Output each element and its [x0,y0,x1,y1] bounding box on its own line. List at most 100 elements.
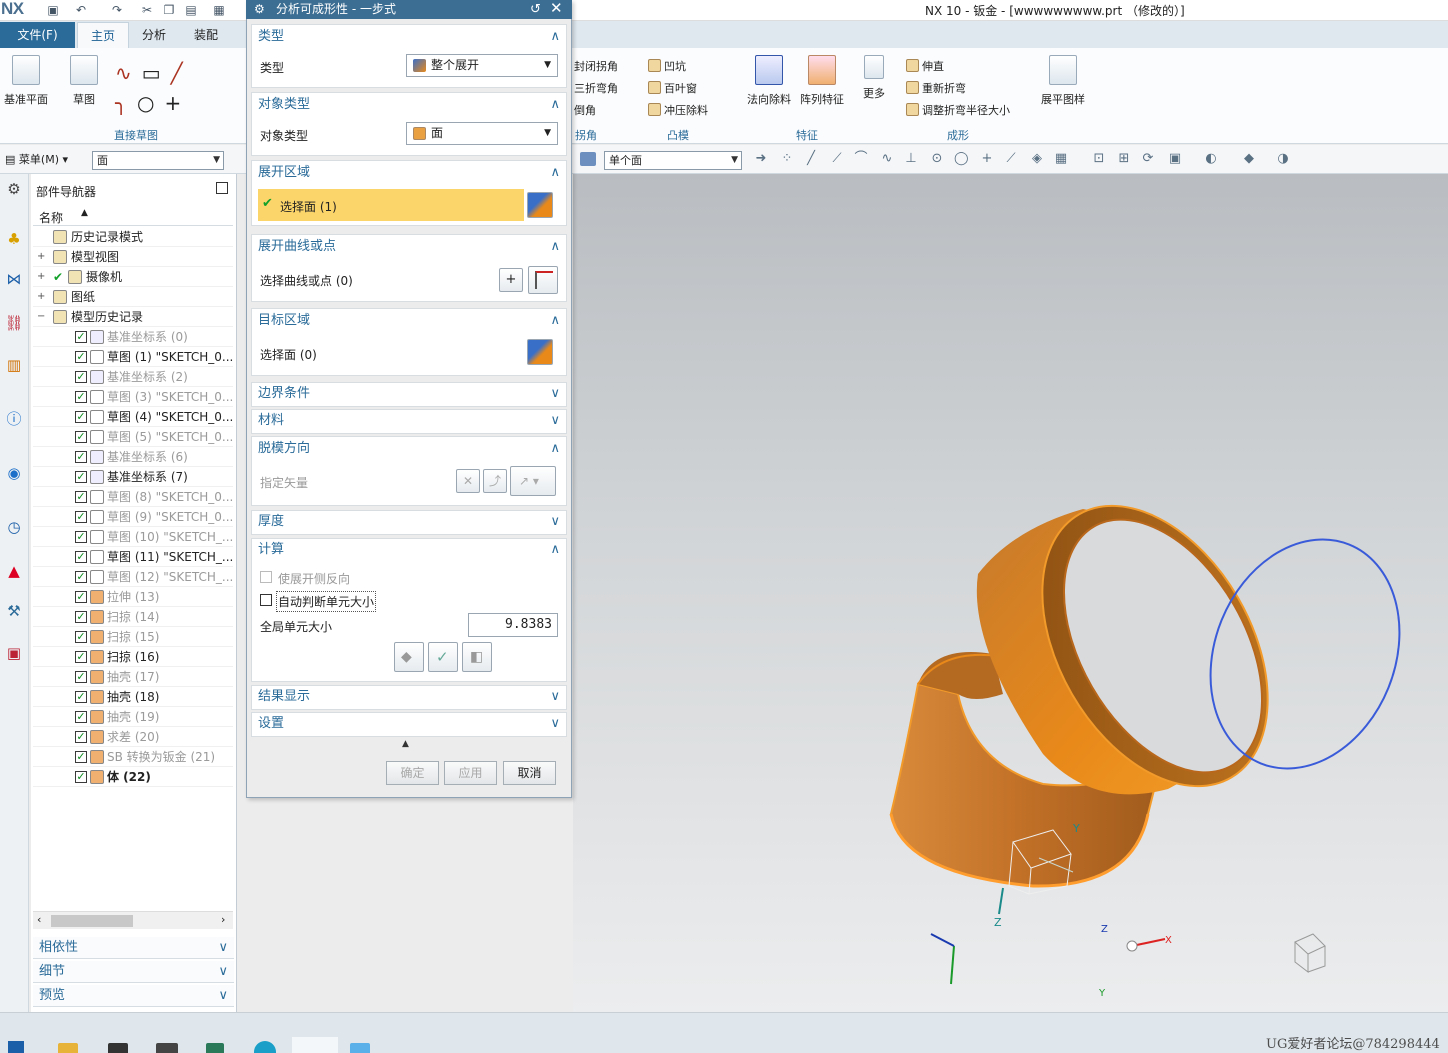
redo-icon[interactable]: ↷ [110,3,124,17]
three-bend-corner-button[interactable]: 三折弯角 [574,80,618,96]
visibility-checkbox[interactable]: ✓ [75,711,87,723]
scroll-left-icon[interactable]: ‹ [37,913,41,926]
vector-type-button[interactable]: ↗ ▾ [510,466,556,496]
visibility-checkbox[interactable]: ✓ [75,411,87,423]
line-icon[interactable]: ╱ [171,61,193,85]
snap-center-icon[interactable]: ⊙ [930,152,944,166]
snap-arrow-icon[interactable]: ➜ [754,152,768,166]
visibility-checkbox[interactable]: ✓ [75,371,87,383]
horizontal-scrollbar[interactable]: ‹ › [33,911,233,929]
tree-row[interactable]: 历史记录模式 [33,227,233,247]
snap-endpoint-icon[interactable]: ⁘ [780,152,794,166]
part-navigator-icon[interactable]: ♣ [3,228,25,250]
visibility-checkbox[interactable]: ✓ [75,431,87,443]
unfold-region-section-header[interactable]: 展开区域 ∧ [251,161,567,185]
display-icon[interactable]: ◆ [1242,152,1256,166]
tree-row[interactable]: + 图纸 [33,287,233,307]
check-mesh-button[interactable]: ✓ [428,642,458,672]
reset-icon[interactable]: ↺ [530,0,541,19]
reuse-library-icon[interactable]: ▥ [3,354,25,376]
tree-row[interactable]: ✓ 草图 (5) "SKETCH_0... [33,427,233,447]
unfold-curve-section-header[interactable]: 展开曲线或点 ∧ [251,235,567,259]
snap-point-icon[interactable]: + [980,152,994,166]
tree-row[interactable]: ✓ 草图 (10) "SKETCH_... [33,527,233,547]
point-icon[interactable]: + [165,91,192,115]
visibility-checkbox[interactable]: ✓ [75,391,87,403]
gear-icon[interactable]: ⚙ [3,178,25,200]
app-icon[interactable] [156,1043,178,1053]
maximize-icon[interactable] [216,182,228,194]
tab-assembly[interactable]: 装配 [181,22,231,48]
material-section-header[interactable]: 材料 ∨ [251,409,567,433]
visibility-checkbox[interactable]: ✓ [75,671,87,683]
type-select[interactable]: 整个展开 ▼ [406,54,558,77]
dependencies-panel[interactable]: 相依性 ∨ [33,937,234,959]
ok-button[interactable]: 确定 [386,761,439,785]
rebend-button[interactable]: 重新折弯 [906,80,966,96]
select-target-face-button[interactable] [527,339,553,365]
graphics-window[interactable]: Z Y X Y Z [573,174,1448,1012]
cut-icon[interactable]: ✂ [140,3,154,17]
tree-row[interactable]: ✓ 扫掠 (14) [33,607,233,627]
tree-row[interactable]: ✓ 草图 (11) "SKETCH_... [33,547,233,567]
vector-dialog-button[interactable]: ⤴ [483,469,507,493]
snap-quadrant-icon[interactable]: ◯ [954,152,969,166]
tree-row[interactable]: ✓ 草图 (1) "SKETCH_0... [33,347,233,367]
type-section-header[interactable]: 类型 ∧ [251,25,567,49]
process-studio-icon[interactable]: ⚒ [3,600,25,622]
boundary-section-header[interactable]: 边界条件 ∨ [251,382,567,406]
tree-row[interactable]: ✓ 草图 (9) "SKETCH_0... [33,507,233,527]
system-materials-icon[interactable]: ▲ [3,560,25,582]
rectangle-icon[interactable]: ▭ [142,61,171,85]
tree-row[interactable]: ✓ 拉伸 (13) [33,587,233,607]
tree-row[interactable]: + ✔ 摄像机 [33,267,233,287]
tree-row[interactable]: ✓ 草图 (4) "SKETCH_0... [33,407,233,427]
form-group-label[interactable]: 成形 [938,127,978,143]
copy-icon[interactable]: ❐ [162,3,176,17]
scroll-right-icon[interactable]: › [221,913,225,926]
more-button[interactable]: 更多 [856,55,892,101]
undo-icon[interactable]: ↶ [74,3,88,17]
visibility-checkbox[interactable]: ✓ [75,731,87,743]
visibility-checkbox[interactable]: ✓ [75,491,87,503]
compute-result-button[interactable]: ◧ [462,642,492,672]
snap-intersect-icon[interactable]: ⌒ [854,152,868,166]
menu-button[interactable]: ▤ 菜单(M) ▾ [5,151,68,167]
file-menu[interactable]: 文件(F) [0,22,75,48]
reverse-side-checkbox[interactable] [260,571,272,583]
store-icon[interactable] [108,1043,128,1053]
emboss-group-label[interactable]: 凸模 [660,127,696,143]
compute-section-header[interactable]: 计算 ∧ [251,538,567,562]
sketch-button[interactable]: 草图 [62,55,106,107]
type-filter-select[interactable]: 面 ▼ [92,151,224,170]
visibility-checkbox[interactable]: ✓ [75,471,87,483]
visibility-checkbox[interactable]: ✓ [75,571,87,583]
tree-row[interactable]: ✓ 抽壳 (18) [33,687,233,707]
visibility-checkbox[interactable]: ✓ [75,511,87,523]
tree-row[interactable]: ✓ 扫掠 (16) [33,647,233,667]
navigator-columns[interactable]: 名称 ▲ [33,206,233,226]
face-rule-select[interactable]: 单个面 ▼ [604,151,742,170]
snap-tangent-icon[interactable]: ⊥ [904,152,918,166]
sketch-tools-icons[interactable]: ∿▭╱ ╮○+ [115,58,215,118]
adjust-bend-radius-button[interactable]: 调整折弯半径大小 [906,102,1010,118]
roles-icon[interactable]: ▣ [3,642,25,664]
normal-cutout-button[interactable]: 法向除料 [745,55,793,107]
details-panel[interactable]: 细节 ∨ [33,961,234,983]
reverse-vector-button[interactable]: ✕ [456,469,480,493]
visibility-checkbox[interactable]: ✓ [75,351,87,363]
expand-toggle-icon[interactable]: + [37,247,46,267]
curve-select-button[interactable] [528,266,558,294]
snap-on-curve-icon[interactable]: ⟋ [1004,152,1018,166]
tree-row[interactable]: ✓ 体 (22) [33,767,233,787]
target-region-section-header[interactable]: 目标区域 ∧ [251,309,567,333]
visibility-checkbox[interactable]: ✓ [75,651,87,663]
tree-row[interactable]: ✓ 草图 (3) "SKETCH_0... [33,387,233,407]
constraint-navigator-icon[interactable]: ⛓ [3,312,25,334]
visibility-checkbox[interactable]: ✓ [75,531,87,543]
upper-cylinder[interactable] [976,466,1314,825]
app2-icon[interactable] [206,1043,224,1053]
thickness-section-header[interactable]: 厚度 ∨ [251,510,567,534]
gear-icon[interactable]: ⚙ [254,0,265,19]
paste-icon[interactable]: ▤ [184,3,198,17]
